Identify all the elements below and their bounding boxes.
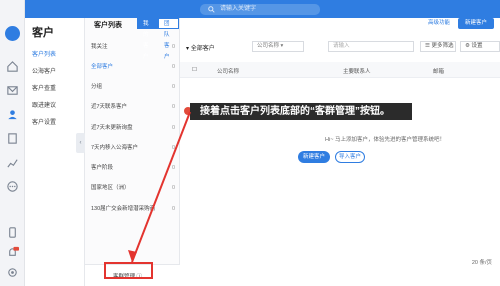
pointer-arrow-icon	[128, 111, 191, 263]
